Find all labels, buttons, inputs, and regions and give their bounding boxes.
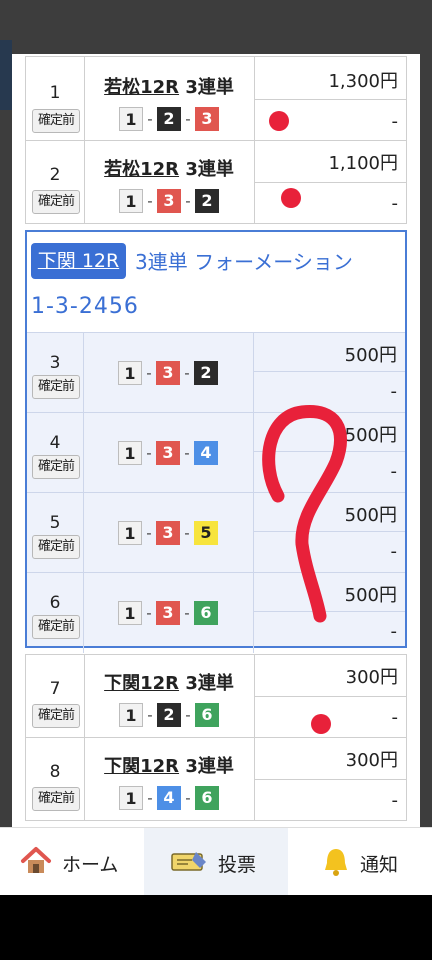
tab-notifications-label: 通知 <box>360 854 399 876</box>
bet-type: 3連単 <box>185 756 234 777</box>
race-label[interactable]: 下関12R 3連単 <box>84 752 254 778</box>
bet-amount: 1,300円 <box>328 71 398 92</box>
bet-number: 3 <box>49 353 61 373</box>
race-name[interactable]: 下関12R <box>104 673 179 694</box>
formation-title: 3連単 フォーメーション <box>135 250 353 274</box>
ticket-icon <box>171 852 206 871</box>
bet-row[interactable]: 8 確定前 下関12R 3連単 1-4-6 300円 - <box>25 737 407 821</box>
status-badge: 確定前 <box>32 704 80 728</box>
boat-1-box: 1 <box>119 189 143 213</box>
boat-3-box: 3 <box>157 189 181 213</box>
bet-row[interactable]: 7 確定前 下関12R 3連単 1-2-6 300円 - <box>25 654 407 738</box>
formation-header: 下関 12R 3連単 フォーメーション 1-3-2456 <box>27 232 405 332</box>
status-badge: 確定前 <box>32 535 80 559</box>
bet-result: - <box>391 111 399 132</box>
status-badge: 確定前 <box>32 615 80 639</box>
combo-boxes: 1-3-5 <box>83 521 253 547</box>
bet-type: 3連単 <box>185 159 234 180</box>
tab-home[interactable]: ホーム <box>0 828 144 896</box>
bet-amount: 300円 <box>345 667 398 688</box>
boat-1-box: 1 <box>119 107 143 131</box>
combo-boxes: 1-3-4 <box>83 441 253 467</box>
boat-3-box: 3 <box>195 107 219 131</box>
bell-icon <box>325 849 347 876</box>
tab-vote-label: 投票 <box>218 854 257 876</box>
bet-type: 3連単 <box>185 77 234 98</box>
status-badge: 確定前 <box>32 455 80 479</box>
bet-list-panel[interactable]: 1 確定前 若松12R 3連単 1-2-3 1,300円 - 2 確定前 若松1… <box>12 54 420 827</box>
bet-result: - <box>391 790 399 811</box>
race-name[interactable]: 下関12R <box>104 756 179 777</box>
status-badge: 確定前 <box>32 375 80 399</box>
annotation-dot <box>311 714 331 734</box>
combo-boxes: 1-3-2 <box>84 189 254 215</box>
bet-result: - <box>390 381 398 402</box>
status-badge: 確定前 <box>32 190 80 214</box>
bet-number: 8 <box>49 762 61 782</box>
race-name[interactable]: 若松12R <box>104 159 179 180</box>
bet-result: - <box>390 541 398 562</box>
system-nav-area <box>0 895 432 960</box>
house-icon <box>21 847 51 873</box>
bet-result: - <box>391 707 399 728</box>
combo-boxes: 1-2-3 <box>84 107 254 133</box>
bet-result: - <box>391 193 399 214</box>
race-label[interactable]: 下関12R 3連単 <box>84 669 254 695</box>
combo-boxes: 1-4-6 <box>84 786 254 812</box>
tab-home-label: ホーム <box>62 854 119 876</box>
race-name[interactable]: 若松12R <box>104 77 179 98</box>
tab-vote[interactable]: 投票 <box>144 828 288 896</box>
annotation-dot <box>281 188 301 208</box>
combo-boxes: 1-2-6 <box>84 703 254 729</box>
bet-row[interactable]: 1 確定前 若松12R 3連単 1-2-3 1,300円 - <box>25 56 407 141</box>
boat-2-box: 2 <box>195 189 219 213</box>
bet-type: 3連単 <box>185 673 234 694</box>
bet-row[interactable]: 2 確定前 若松12R 3連単 1-3-2 1,100円 - <box>25 140 407 224</box>
combo-boxes: 1-3-6 <box>83 601 253 627</box>
bet-result: - <box>390 621 398 642</box>
combo-boxes: 1-3-2 <box>83 361 253 387</box>
bet-number: 5 <box>49 513 61 533</box>
annotation-dot <box>269 111 289 131</box>
backdrop-strip <box>0 40 12 110</box>
bet-amount: 1,100円 <box>328 153 398 174</box>
bet-result: - <box>390 461 398 482</box>
formation-combo: 1-3-2456 <box>31 294 139 319</box>
bet-number: 1 <box>49 83 61 103</box>
tab-notifications[interactable]: 通知 <box>288 828 432 896</box>
question-mark-annotation <box>262 405 347 623</box>
bet-number: 6 <box>49 593 61 613</box>
bet-number: 4 <box>49 433 61 453</box>
race-label[interactable]: 若松12R 3連単 <box>84 73 254 99</box>
race-label[interactable]: 若松12R 3連単 <box>84 155 254 181</box>
boat-2-box: 2 <box>157 107 181 131</box>
status-badge: 確定前 <box>32 787 80 811</box>
venue-button[interactable]: 下関 12R <box>31 243 126 279</box>
formation-row[interactable]: 3 確定前 1-3-2 500円 - <box>27 332 405 413</box>
bottom-tab-bar: ホーム 投票 通知 <box>0 827 432 896</box>
bet-amount: 300円 <box>345 750 398 771</box>
status-badge: 確定前 <box>32 109 80 133</box>
bet-number: 7 <box>49 679 61 699</box>
bet-amount: 500円 <box>344 345 397 366</box>
bet-number: 2 <box>49 165 61 185</box>
